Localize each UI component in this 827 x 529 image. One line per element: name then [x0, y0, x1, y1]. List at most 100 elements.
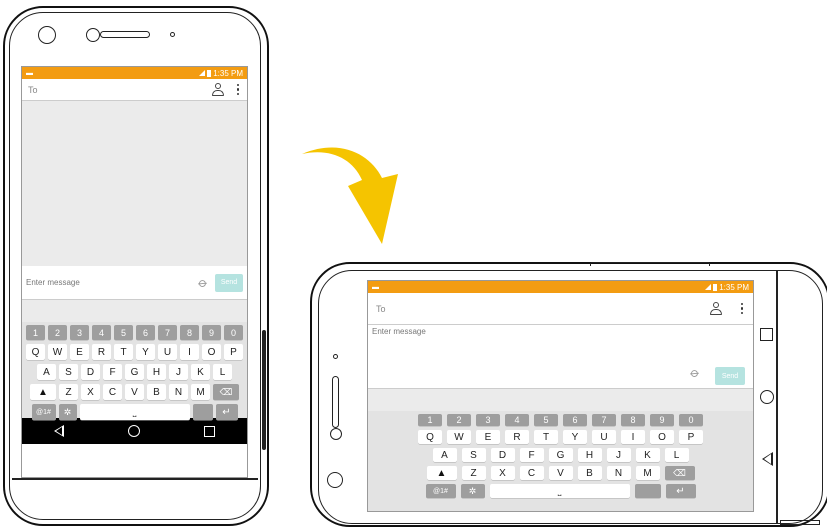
- key-8[interactable]: 8: [621, 414, 645, 426]
- symbols-key[interactable]: @1#: [425, 484, 456, 498]
- key-k[interactable]: K: [191, 364, 210, 380]
- key-m[interactable]: M: [635, 466, 660, 480]
- home-icon[interactable]: [128, 425, 140, 437]
- to-field[interactable]: To: [376, 304, 386, 314]
- message-input[interactable]: Enter message: [26, 278, 80, 287]
- key-j[interactable]: J: [606, 448, 631, 462]
- key-e[interactable]: E: [70, 344, 89, 360]
- recipient-bar[interactable]: To: [22, 79, 247, 101]
- key-w[interactable]: W: [447, 430, 471, 444]
- key-h[interactable]: H: [147, 364, 166, 380]
- key-z[interactable]: Z: [461, 466, 486, 480]
- key-f[interactable]: F: [519, 448, 544, 462]
- key-s[interactable]: S: [461, 448, 486, 462]
- more-options-icon[interactable]: [739, 302, 745, 315]
- key-5[interactable]: 5: [534, 414, 558, 426]
- key-u[interactable]: U: [158, 344, 177, 360]
- key-2[interactable]: 2: [447, 414, 471, 426]
- recipient-bar[interactable]: To: [368, 293, 753, 325]
- contacts-icon[interactable]: [211, 82, 225, 97]
- key-9[interactable]: 9: [650, 414, 674, 426]
- key-0[interactable]: 0: [679, 414, 703, 426]
- message-input[interactable]: Enter message: [372, 327, 426, 336]
- more-options-icon[interactable]: [235, 83, 241, 96]
- key-n[interactable]: N: [169, 384, 188, 400]
- attach-icon[interactable]: ⌀: [687, 364, 704, 381]
- to-field[interactable]: To: [28, 85, 38, 95]
- key-p[interactable]: P: [679, 430, 703, 444]
- key-r[interactable]: R: [505, 430, 529, 444]
- key-b[interactable]: B: [577, 466, 602, 480]
- key-0[interactable]: 0: [224, 325, 243, 340]
- backspace-key[interactable]: ⌫: [213, 384, 239, 400]
- key-7[interactable]: 7: [158, 325, 177, 340]
- key-2[interactable]: 2: [48, 325, 67, 340]
- key-n[interactable]: N: [606, 466, 631, 480]
- key-t[interactable]: T: [534, 430, 558, 444]
- key-w[interactable]: W: [48, 344, 67, 360]
- back-icon[interactable]: [54, 425, 64, 437]
- key-y[interactable]: Y: [136, 344, 155, 360]
- key-l[interactable]: L: [213, 364, 232, 380]
- key-v[interactable]: V: [125, 384, 144, 400]
- shift-key[interactable]: ▲: [426, 466, 457, 480]
- space-key[interactable]: ⎵: [79, 404, 190, 420]
- key-l[interactable]: L: [664, 448, 689, 462]
- key-u[interactable]: U: [592, 430, 616, 444]
- key-c[interactable]: C: [103, 384, 122, 400]
- key-1[interactable]: 1: [26, 325, 45, 340]
- key-3[interactable]: 3: [476, 414, 500, 426]
- key-6[interactable]: 6: [136, 325, 155, 340]
- key-4[interactable]: 4: [505, 414, 529, 426]
- key-y[interactable]: Y: [563, 430, 587, 444]
- key-j[interactable]: J: [169, 364, 188, 380]
- contacts-icon[interactable]: [709, 301, 723, 316]
- key-d[interactable]: D: [81, 364, 100, 380]
- period-key[interactable]: [192, 404, 213, 420]
- space-key[interactable]: ⎵: [489, 484, 630, 498]
- key-i[interactable]: I: [621, 430, 645, 444]
- key-e[interactable]: E: [476, 430, 500, 444]
- key-7[interactable]: 7: [592, 414, 616, 426]
- recent-apps-icon[interactable]: [760, 328, 773, 341]
- send-button[interactable]: Send: [215, 273, 243, 292]
- key-r[interactable]: R: [92, 344, 111, 360]
- enter-key[interactable]: ↵: [215, 404, 238, 420]
- key-a[interactable]: A: [37, 364, 56, 380]
- period-key[interactable]: [634, 484, 661, 498]
- key-b[interactable]: B: [147, 384, 166, 400]
- key-t[interactable]: T: [114, 344, 133, 360]
- send-button[interactable]: Send: [715, 367, 745, 385]
- key-x[interactable]: X: [490, 466, 515, 480]
- key-g[interactable]: G: [125, 364, 144, 380]
- key-o[interactable]: O: [650, 430, 674, 444]
- key-a[interactable]: A: [432, 448, 457, 462]
- back-icon[interactable]: [762, 452, 773, 466]
- key-v[interactable]: V: [548, 466, 573, 480]
- key-s[interactable]: S: [59, 364, 78, 380]
- key-5[interactable]: 5: [114, 325, 133, 340]
- key-z[interactable]: Z: [59, 384, 78, 400]
- key-6[interactable]: 6: [563, 414, 587, 426]
- key-i[interactable]: I: [180, 344, 199, 360]
- key-3[interactable]: 3: [70, 325, 89, 340]
- key-k[interactable]: K: [635, 448, 660, 462]
- key-f[interactable]: F: [103, 364, 122, 380]
- settings-key[interactable]: ✲: [460, 484, 485, 498]
- key-c[interactable]: C: [519, 466, 544, 480]
- key-1[interactable]: 1: [418, 414, 442, 426]
- enter-key[interactable]: ↵: [665, 484, 696, 498]
- key-q[interactable]: Q: [26, 344, 45, 360]
- backspace-key[interactable]: ⌫: [664, 466, 695, 480]
- recent-apps-icon[interactable]: [204, 425, 215, 437]
- home-icon[interactable]: [760, 390, 774, 404]
- key-4[interactable]: 4: [92, 325, 111, 340]
- key-p[interactable]: P: [224, 344, 243, 360]
- symbols-key[interactable]: @1#: [31, 404, 56, 420]
- attach-icon[interactable]: ⌀: [195, 274, 212, 291]
- key-9[interactable]: 9: [202, 325, 221, 340]
- key-d[interactable]: D: [490, 448, 515, 462]
- key-g[interactable]: G: [548, 448, 573, 462]
- key-q[interactable]: Q: [418, 430, 442, 444]
- key-h[interactable]: H: [577, 448, 602, 462]
